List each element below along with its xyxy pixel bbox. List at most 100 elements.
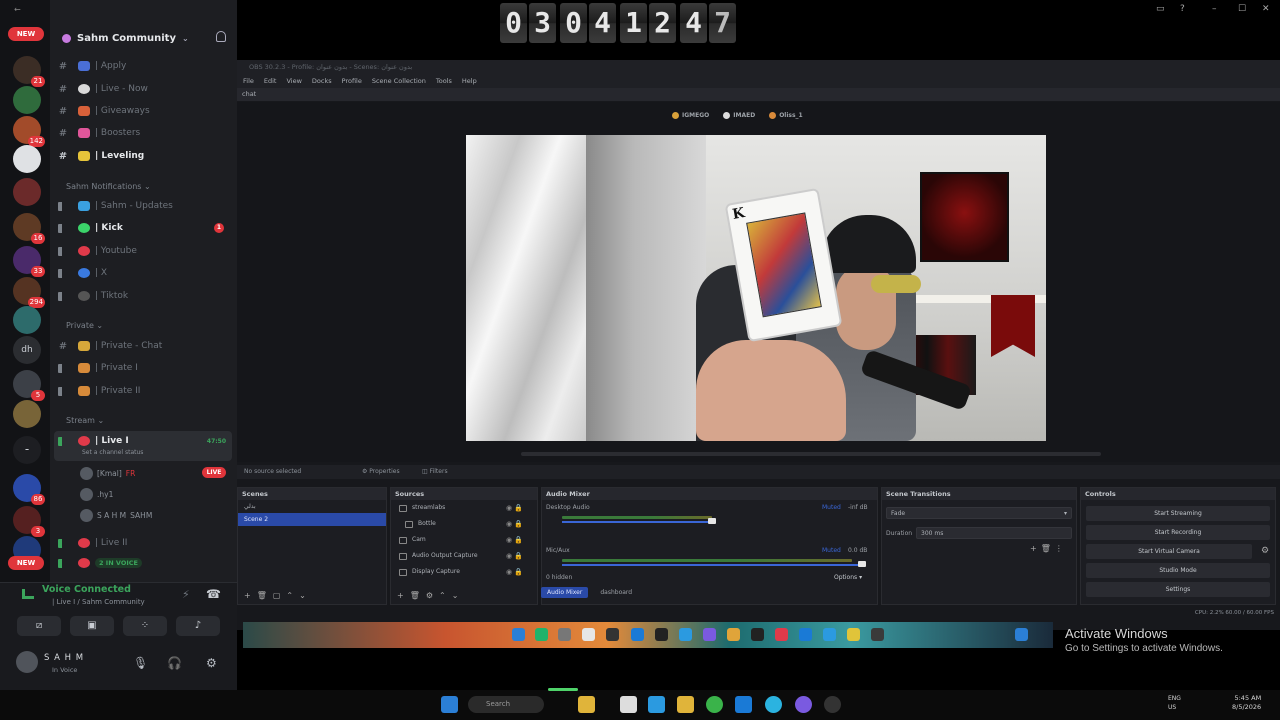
gear-icon[interactable]: ⚙ (206, 656, 217, 670)
window-icon[interactable]: ▭ (1156, 4, 1168, 16)
channel-item[interactable]: # | Boosters (56, 124, 232, 142)
app-icon[interactable] (703, 628, 716, 641)
help-icon[interactable]: ? (1180, 4, 1192, 16)
voice-member[interactable]: .hy1 (80, 488, 113, 501)
edge-icon[interactable] (765, 696, 782, 713)
eye-icon[interactable]: ◉ 🔒 (506, 548, 523, 564)
server-icon[interactable] (13, 400, 41, 428)
menu-edit[interactable]: Edit (264, 74, 277, 88)
windows-start-icon[interactable] (441, 696, 458, 713)
scene-toolbar-icons[interactable]: +🗑▢⌃⌄ (244, 591, 312, 600)
disconnect-icon[interactable]: ☎ (206, 587, 221, 601)
channel-item[interactable]: | X (56, 264, 232, 282)
channel-item[interactable]: | Kick 1 (56, 219, 232, 237)
in-voice-indicator[interactable]: 2 IN VOICE (56, 554, 232, 572)
discord-icon[interactable] (795, 696, 812, 713)
menu-docks[interactable]: Docks (312, 74, 332, 88)
source-item[interactable]: Cam ◉ 🔒 (391, 532, 537, 548)
channel-item-live[interactable]: | Live I 47:50 (56, 432, 232, 450)
category-header[interactable]: Sahm Notifications ⌄ (66, 182, 151, 191)
category-header[interactable]: Stream ⌄ (66, 416, 104, 425)
volume-fader[interactable] (562, 521, 712, 523)
channel-item[interactable]: | Private II (56, 382, 232, 400)
app-icon[interactable] (558, 628, 571, 641)
start-streaming-button[interactable]: Start Streaming (1086, 506, 1270, 521)
menu-profile[interactable]: Profile (342, 74, 362, 88)
fader-knob[interactable] (858, 561, 866, 567)
server-icon[interactable]: 16 (13, 213, 45, 244)
properties-button[interactable]: ⚙ Properties (362, 465, 400, 479)
microphone-icon[interactable]: 🎙 (133, 656, 148, 670)
menu-scene-collection[interactable]: Scene Collection (372, 74, 426, 88)
task-view-icon[interactable] (620, 696, 637, 713)
duration-input[interactable]: 300 ms (916, 527, 1072, 539)
fader-knob[interactable] (708, 518, 716, 524)
camera-button[interactable]: ⧄ (17, 616, 61, 636)
source-item[interactable]: Audio Output Capture ◉ 🔒 (391, 548, 537, 564)
activities-button[interactable]: ⁘ (123, 616, 167, 636)
app-icon[interactable] (775, 628, 788, 641)
app-icon[interactable] (727, 628, 740, 641)
signal-icon[interactable] (22, 589, 34, 599)
voice-location[interactable]: | Live I / Sahm Community (52, 598, 145, 606)
server-icon[interactable]: 3 (13, 506, 45, 537)
server-icon[interactable]: 294 (13, 277, 45, 308)
app-icon[interactable] (871, 628, 884, 641)
menu-tools[interactable]: Tools (436, 74, 452, 88)
channel-item[interactable]: | Sahm - Updates (56, 197, 232, 215)
voice-member[interactable]: [Kmal] FR (80, 467, 135, 480)
app-icon[interactable] (512, 628, 525, 641)
channel-item[interactable]: | Live II (56, 534, 232, 552)
app-icon[interactable] (578, 696, 595, 713)
app-icon[interactable] (1015, 628, 1028, 641)
server-icon[interactable] (13, 178, 41, 206)
settings-button[interactable]: Settings (1086, 582, 1270, 597)
app-icon[interactable] (606, 628, 619, 641)
noise-suppression-icon[interactable]: ⚡ (182, 588, 190, 601)
tab-dashboard[interactable]: dashboard (594, 587, 638, 598)
voice-member[interactable]: S A H M SAHM (80, 509, 152, 522)
server-icon[interactable]: 21 (13, 56, 45, 87)
server-icon[interactable]: 142 (13, 116, 45, 147)
menu-view[interactable]: View (286, 74, 301, 88)
new-unreads-pill[interactable]: NEW (8, 556, 44, 570)
soundboard-button[interactable]: ♪ (176, 616, 220, 636)
transition-select[interactable]: Fade ▾ (886, 507, 1072, 519)
app-icon[interactable] (847, 628, 860, 641)
server-icon[interactable] (13, 306, 41, 334)
new-unreads-pill[interactable]: NEW (8, 27, 44, 41)
close-icon[interactable]: ✕ (1262, 4, 1274, 16)
obs-icon[interactable] (824, 696, 841, 713)
back-arrow-icon[interactable]: ← (14, 5, 21, 14)
language-indicator[interactable]: ENG US (1168, 694, 1181, 712)
source-item[interactable]: streamlabs ◉ 🔒 (391, 500, 537, 516)
server-icon[interactable]: 33 (13, 246, 45, 277)
preview-scrollbar[interactable] (521, 452, 1101, 456)
transition-toolbar-icons[interactable]: +🗑⋮ (1030, 544, 1067, 553)
channel-status[interactable]: Set a channel status (82, 449, 143, 456)
start-virtual-camera-button[interactable]: Start Virtual Camera (1086, 544, 1252, 559)
menu-help[interactable]: Help (462, 74, 477, 88)
add-server-icon[interactable]: - (13, 436, 41, 464)
channel-item[interactable]: # | Apply (56, 57, 232, 75)
bell-icon[interactable] (216, 31, 226, 42)
volume-fader[interactable] (562, 564, 862, 566)
channel-item[interactable]: | Private I (56, 359, 232, 377)
avatar[interactable] (16, 651, 38, 673)
app-icon[interactable] (751, 628, 764, 641)
chrome-icon[interactable] (706, 696, 723, 713)
options-button[interactable]: Options ▾ (834, 574, 862, 581)
tab-audio-mixer[interactable]: Audio Mixer (541, 587, 589, 598)
start-recording-button[interactable]: Start Recording (1086, 525, 1270, 540)
user-name[interactable]: S A H M (44, 653, 84, 663)
chat-dock-title[interactable]: chat (237, 88, 1280, 101)
app-icon[interactable] (655, 628, 668, 641)
app-icon[interactable] (582, 628, 595, 641)
server-icon[interactable] (13, 86, 41, 114)
app-icon[interactable] (631, 628, 644, 641)
chat-user[interactable]: IMAED (723, 112, 755, 119)
channel-item[interactable]: # | Giveaways (56, 102, 232, 120)
server-icon[interactable]: 86 (13, 474, 45, 505)
source-item[interactable]: Bottle ◉ 🔒 (391, 516, 537, 532)
eye-icon[interactable]: ◉ 🔒 (506, 516, 523, 532)
